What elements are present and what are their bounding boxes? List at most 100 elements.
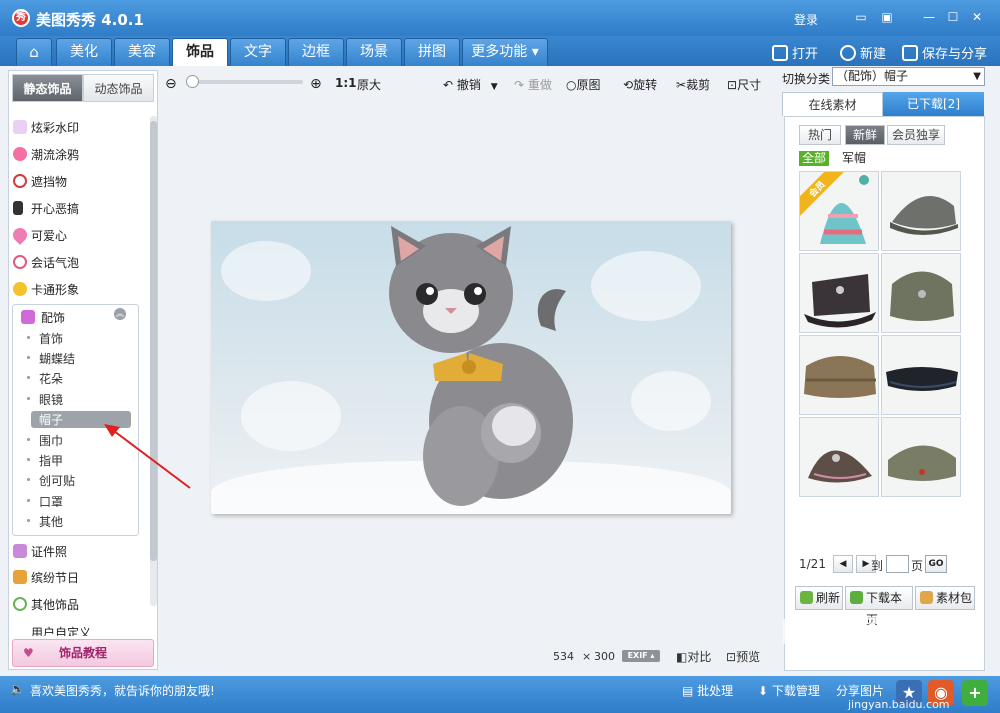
material-thumbnail[interactable] [881,417,961,497]
category-label: 开心恶搞 [31,202,80,216]
group-header[interactable]: 配饰 [21,309,65,326]
military-cap-image [890,271,954,321]
compare-label: 对比 [687,650,712,664]
list-item[interactable]: 蝴蝶结 [26,350,75,367]
material-thumbnail[interactable] [799,335,879,415]
category-item[interactable]: 缤纷节日 [13,569,79,586]
category-item[interactable]: 用户自定义 [31,624,91,636]
open-button[interactable]: 打开 [772,43,818,62]
zoom-slider[interactable] [186,75,303,88]
scrollbar-thumb[interactable] [150,121,157,561]
gift-icon [13,570,27,584]
list-item[interactable]: 眼镜 [26,391,63,408]
zoom-slider-knob[interactable] [186,75,199,88]
list-item[interactable]: 指甲 [26,452,63,469]
military-cap-image [804,274,876,328]
category-item[interactable]: 炫彩水印 [13,119,79,136]
original-button[interactable]: ○原图 [566,76,601,93]
close-button[interactable]: ✕ [968,9,986,25]
rotate-icon: ⟲ [623,78,634,92]
tab-downloaded[interactable]: 已下载[2] [883,92,984,116]
list-item[interactable]: 创可贴 [26,472,75,489]
tab-face[interactable]: 美容 [114,38,170,66]
list-item[interactable]: 首饰 [26,330,63,347]
category-select[interactable]: （配饰）帽子 ▼ [832,67,985,86]
list-item[interactable]: 花朵 [26,370,63,387]
tab-collage[interactable]: 拼图 [404,38,460,66]
category-item[interactable]: 卡通形象 [13,281,79,298]
filter-hot[interactable]: 热门 [799,125,841,145]
accessory-subtabs: 静态饰品 动态饰品 [12,74,154,102]
feedback-icon[interactable]: ▭ [852,9,870,25]
tab-text[interactable]: 文字 [230,38,286,66]
tab-static-accessories[interactable]: 静态饰品 [12,74,83,102]
tab-online-materials[interactable]: 在线素材 [782,92,883,116]
list-item[interactable]: 口罩 [26,493,63,510]
crop-button[interactable]: ✂裁剪 [676,76,710,93]
chevron-down-icon[interactable]: ▼ [491,82,498,92]
list-item-selected[interactable]: 帽子 [27,411,131,428]
material-pack-button[interactable]: 素材包 [915,586,975,610]
tab-dynamic-accessories[interactable]: 动态饰品 [83,74,154,102]
add-icon[interactable]: + [962,680,988,706]
share-image-button[interactable]: 分享图片 [836,682,884,699]
filter-member[interactable]: 会员独享 [887,125,945,145]
edited-photo[interactable] [211,221,731,514]
category-item[interactable]: 其他饰品 [13,596,79,613]
zoom-out-icon[interactable]: ⊖ [165,76,177,92]
save-share-button[interactable]: 保存与分享 [902,43,987,62]
material-thumbnail[interactable] [799,417,879,497]
share-tip-link[interactable]: 喜欢美图秀秀，就告诉你的朋友哦! [30,682,215,699]
plus-icon [840,45,856,61]
login-link[interactable]: 登录 [794,11,818,28]
filter-military-cap[interactable]: 军帽 [839,151,869,166]
material-thumbnail[interactable] [881,171,961,251]
rotate-button[interactable]: ⟲旋转 [623,76,657,93]
cartoon-icon [13,282,27,296]
category-item[interactable]: 会话气泡 [13,254,79,271]
tab-frame[interactable]: 边框 [288,38,344,66]
home-tab[interactable]: ⌂ [16,38,52,66]
filter-new[interactable]: 新鲜 [845,125,885,145]
tab-scene[interactable]: 场景 [346,38,402,66]
category-item[interactable]: 潮流涂鸦 [13,146,79,163]
batch-button[interactable]: ▤ 批处理 [682,682,733,699]
prev-page-button[interactable]: ◀ [833,555,853,573]
go-button[interactable]: GO [925,555,947,573]
new-button[interactable]: 新建 [840,43,886,62]
collapse-icon[interactable]: ︽ [114,308,126,320]
material-thumbnail[interactable]: 会员 [799,171,879,251]
download-manager-label: 下载管理 [771,684,820,698]
preview-button[interactable]: ⊡预览 [726,648,760,665]
download-manager-button[interactable]: ⬇ 下载管理 [758,682,820,699]
filter-all[interactable]: 全部 [799,151,830,166]
tab-more[interactable]: 更多功能 ▾ [462,38,548,66]
redo-button[interactable]: ↷ 重做 [514,76,552,93]
undo-button[interactable]: ↶ 撤销 ▼ [443,76,498,93]
minimize-button[interactable]: — [920,9,938,25]
material-thumbnail[interactable] [881,253,961,333]
category-select-value: （配饰）帽子 [836,69,909,83]
resize-button[interactable]: ⊡尺寸 [727,76,761,93]
page-input[interactable] [886,555,909,573]
package-icon [920,591,933,604]
panel-scrollbar[interactable] [150,116,157,606]
list-item[interactable]: 围巾 [26,432,63,449]
original-size-button[interactable]: 原大 [357,76,381,93]
zoom-in-icon[interactable]: ⊕ [310,76,322,92]
tutorial-button[interactable]: ♥ 饰品教程 [12,639,154,667]
tab-accessories[interactable]: 饰品 [172,38,228,66]
material-thumbnail[interactable] [799,253,879,333]
category-item[interactable]: 开心恶搞 [13,200,80,217]
category-item[interactable]: 证件照 [13,543,67,560]
skin-icon[interactable]: ▣ [878,9,896,25]
military-cap-image [808,450,872,483]
compare-button[interactable]: ◧对比 [676,648,711,665]
tab-beautify[interactable]: 美化 [56,38,112,66]
maximize-button[interactable]: ☐ [944,9,962,25]
material-thumbnail[interactable] [881,335,961,415]
list-item[interactable]: 其他 [26,513,63,530]
category-item[interactable]: 可爱心 [10,225,67,245]
exif-button[interactable]: EXIF ▴ [622,650,660,662]
category-item[interactable]: 遮挡物 [13,173,67,190]
